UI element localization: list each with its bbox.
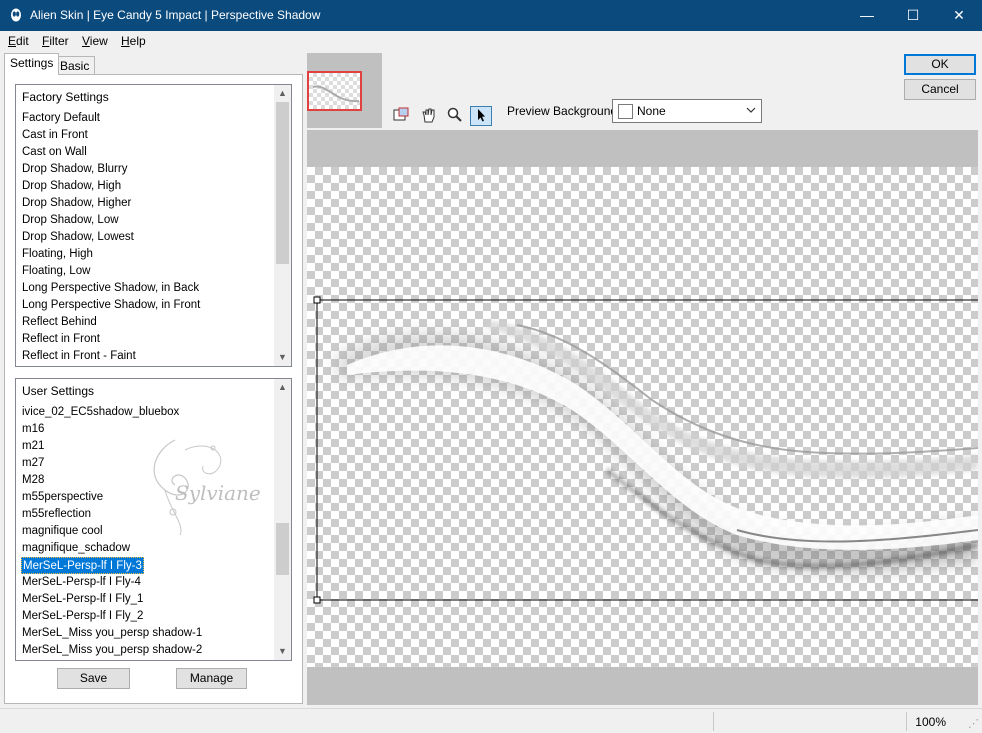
factory-scroll-thumb[interactable] — [276, 102, 289, 264]
user-settings-item[interactable]: ivice_02_EC5shadow_bluebox — [21, 404, 180, 421]
user-settings-item[interactable]: MerSeL-Persp-lf I Fly-4 — [21, 574, 142, 591]
manage-button[interactable]: Manage — [176, 668, 247, 689]
close-icon: ✕ — [953, 7, 965, 23]
shadow-preview-artwork — [313, 296, 978, 604]
factory-settings-item[interactable]: Reflect in Front — [21, 331, 101, 348]
preview-canvas[interactable] — [307, 130, 978, 705]
scroll-down-icon[interactable]: ▼ — [274, 349, 291, 366]
factory-settings-list[interactable]: Factory Settings Factory Default Cast in … — [15, 84, 292, 367]
status-cell-info — [713, 712, 906, 731]
preview-background-value: None — [637, 104, 666, 118]
factory-settings-item[interactable]: Floating, High — [21, 246, 94, 263]
selection-handle[interactable] — [313, 296, 321, 304]
menu-edit[interactable]: Edit — [8, 34, 29, 48]
zoom-level: 100% — [915, 715, 946, 729]
close-window-button[interactable]: ✕ — [936, 0, 982, 31]
user-settings-item[interactable]: m16 — [21, 421, 45, 438]
scroll-up-icon[interactable]: ▲ — [274, 85, 291, 102]
user-settings-item[interactable]: MerSeL_Miss you_persp shadow-1 — [21, 625, 203, 642]
maximize-icon: ☐ — [906, 7, 920, 23]
factory-settings-item[interactable]: Drop Shadow, Low — [21, 212, 120, 229]
window-title: Alien Skin | Eye Candy 5 Impact | Perspe… — [30, 8, 321, 22]
user-settings-item[interactable]: MerSeL-Persp-lf I Fly_2 — [21, 608, 144, 625]
user-settings-item[interactable]: M28 — [21, 472, 45, 489]
scroll-up-icon[interactable]: ▲ — [274, 379, 291, 396]
user-settings-item[interactable]: MerSeL-Persp-lf I Fly_1 — [21, 591, 144, 608]
preview-background-select[interactable]: None — [612, 99, 762, 123]
menu-view[interactable]: View — [82, 34, 108, 48]
factory-settings-item[interactable]: Cast on Wall — [21, 144, 88, 161]
preview-background-label: Preview Background: — [507, 104, 621, 118]
user-settings-item[interactable]: MerSeL_Miss you_persp shadow-2 — [21, 642, 203, 659]
navigator-thumbnail[interactable] — [307, 71, 362, 111]
user-settings-item[interactable]: MerSeL-Persp-lf I Fly-3 — [21, 557, 144, 574]
tab-settings[interactable]: Settings — [4, 53, 60, 75]
user-settings-item[interactable]: m55reflection — [21, 506, 92, 523]
user-settings-item[interactable]: m55perspective — [21, 489, 104, 506]
factory-settings-header: Factory Settings — [22, 90, 109, 104]
factory-settings-item[interactable]: Long Perspective Shadow, in Front — [21, 297, 201, 314]
resize-grip-icon[interactable]: ⋰ — [968, 717, 979, 730]
pointer-select-icon[interactable] — [470, 106, 492, 126]
factory-settings-item[interactable]: Drop Shadow, Blurry — [21, 161, 128, 178]
factory-settings-item[interactable]: Floating, Low — [21, 263, 91, 280]
navigator-icon[interactable] — [390, 106, 412, 126]
selection-handle[interactable] — [313, 596, 321, 604]
menu-help[interactable]: Help — [121, 34, 146, 48]
menu-filter[interactable]: Filter — [42, 34, 69, 48]
menu-bar: Edit Filter View Help — [0, 31, 982, 51]
user-settings-header: User Settings — [22, 384, 95, 398]
factory-settings-item[interactable]: Reflect Behind — [21, 314, 98, 331]
minimize-button[interactable]: — — [844, 0, 890, 31]
user-settings-item[interactable]: m27 — [21, 455, 45, 472]
factory-settings-item[interactable]: Cast in Front — [21, 127, 89, 144]
svg-text:Sylviane: Sylviane — [175, 481, 261, 505]
title-bar: Alien Skin | Eye Candy 5 Impact | Perspe… — [0, 0, 982, 31]
sylviane-watermark: Sylviane — [153, 439, 261, 536]
factory-settings-item[interactable]: Factory Default — [21, 110, 101, 127]
minimize-icon: — — [860, 7, 874, 23]
factory-settings-item[interactable]: Drop Shadow, High — [21, 178, 122, 195]
ok-button[interactable]: OK — [904, 54, 976, 75]
factory-settings-item[interactable]: Drop Shadow, Lowest — [21, 229, 135, 246]
save-button[interactable]: Save — [57, 668, 130, 689]
factory-settings-item[interactable]: Drop Shadow, Higher — [21, 195, 132, 212]
user-settings-item[interactable]: magnifique_schadow — [21, 540, 131, 557]
status-bar: 100% ⋰ — [0, 708, 982, 733]
factory-settings-item[interactable]: Long Perspective Shadow, in Back — [21, 280, 200, 297]
transparency-swatch-icon — [618, 104, 633, 119]
user-settings-item[interactable]: m21 — [21, 438, 45, 455]
hand-pan-icon[interactable] — [418, 106, 440, 126]
maximize-button[interactable]: ☐ — [890, 0, 936, 31]
user-settings-item[interactable]: magnifique cool — [21, 523, 104, 540]
chevron-down-icon — [746, 103, 756, 120]
tab-basic[interactable]: Basic — [54, 56, 96, 76]
factory-settings-item[interactable]: Reflect in Front - Faint — [21, 348, 137, 365]
user-scroll-thumb[interactable] — [276, 523, 289, 575]
scroll-down-icon[interactable]: ▼ — [274, 643, 291, 660]
thumbnail-shadow-shape — [312, 85, 360, 103]
cancel-button[interactable]: Cancel — [904, 79, 976, 100]
zoom-icon[interactable] — [444, 106, 466, 126]
user-settings-scrollbar[interactable]: ▲ ▼ — [274, 379, 291, 660]
factory-settings-rows: Factory Settings Factory Default Cast in … — [16, 85, 274, 366]
alien-skin-app-icon — [11, 8, 21, 22]
factory-settings-scrollbar[interactable]: ▲ ▼ — [274, 85, 291, 366]
